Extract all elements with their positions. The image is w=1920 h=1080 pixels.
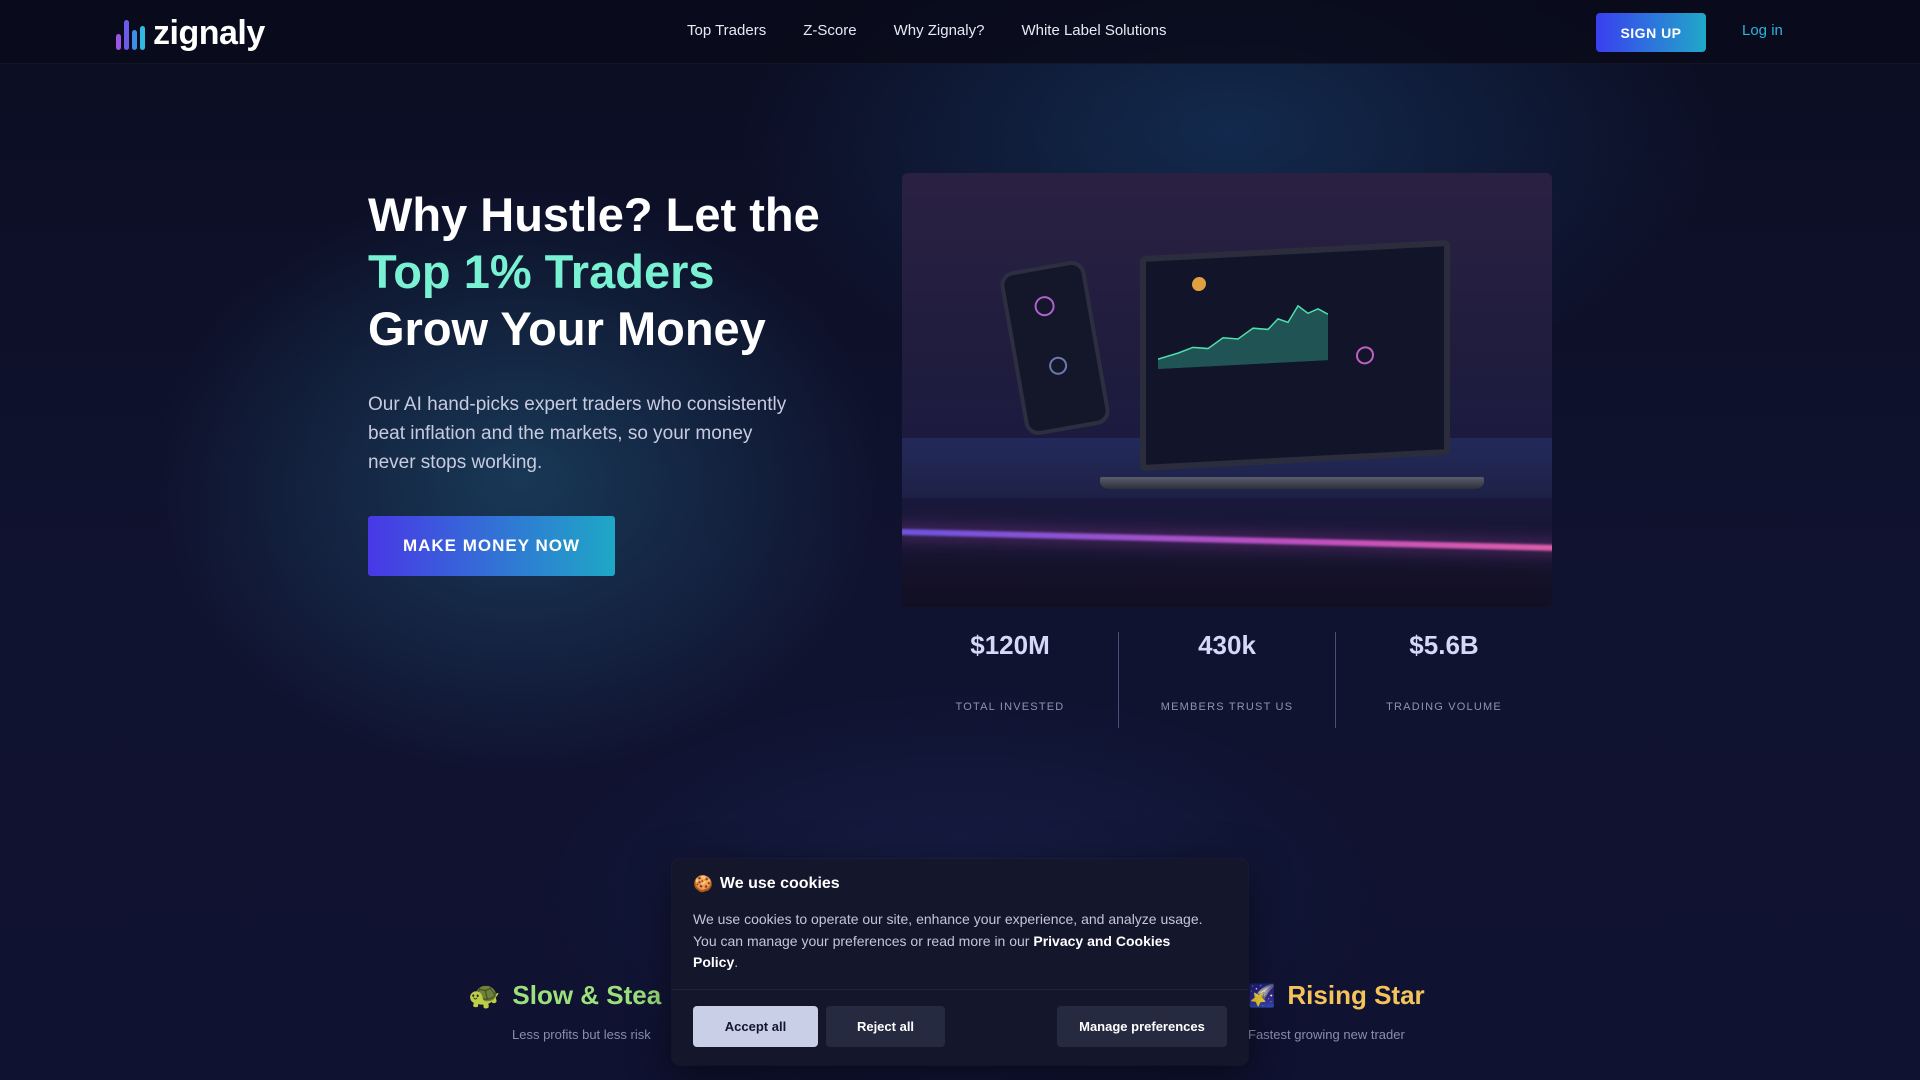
category-title: Slow & Stea — [512, 980, 662, 1010]
cookie-body-end: . — [734, 954, 739, 970]
laptop-screen — [1140, 239, 1450, 472]
turtle-icon: 🐢 — [468, 980, 501, 1010]
stat-label: TRADING VOLUME — [1386, 701, 1502, 713]
login-link[interactable]: Log in — [1742, 22, 1783, 39]
nav-link-z-score[interactable]: Z-Score — [803, 22, 856, 39]
nav-link-white-label[interactable]: White Label Solutions — [1021, 22, 1166, 39]
cookie-divider — [672, 989, 1248, 990]
zignaly-logo-icon — [116, 18, 145, 50]
signup-button[interactable]: SIGN UP — [1596, 13, 1706, 52]
make-money-now-button[interactable]: MAKE MONEY NOW — [368, 516, 615, 576]
cookie-banner-title: We use cookies — [719, 875, 840, 892]
hero-title: Why Hustle? Let the Top 1% Traders Grow … — [368, 186, 820, 357]
phone-gauge-icon — [1032, 294, 1057, 318]
hero-dashboard-illustration — [902, 173, 1552, 607]
gauge-icon — [1356, 345, 1374, 365]
stat-value: $5.6B — [1409, 630, 1479, 660]
manage-preferences-button[interactable]: Manage preferences — [1057, 1006, 1227, 1047]
category-rising-star[interactable]: 🌠 Rising Star Fastest growing new trader — [1248, 980, 1425, 1042]
brand-logo[interactable]: zignaly — [116, 14, 265, 53]
cookie-banner-header: 🍪 We use cookies — [693, 874, 840, 894]
shooting-star-icon: 🌠 — [1248, 982, 1276, 1008]
top-navbar: zignaly Top Traders Z-Score Why Zignaly?… — [0, 0, 1920, 64]
category-slow-steady[interactable]: 🐢 Slow & Stea Less profits but less risk — [468, 980, 661, 1042]
phone-mockup — [998, 258, 1112, 438]
hero-description: Our AI hand-picks expert traders who con… — [368, 394, 787, 473]
phone-gauge-icon-2 — [1047, 355, 1069, 377]
stat-value: $120M — [970, 630, 1050, 660]
stat-trading-volume: $5.6B TRADING VOLUME — [1336, 630, 1552, 713]
avatar-icon — [1192, 276, 1206, 292]
nav-link-why-zignaly[interactable]: Why Zignaly? — [894, 22, 985, 39]
cookie-banner: 🍪 We use cookies We use cookies to opera… — [672, 859, 1248, 1065]
brand-name: zignaly — [153, 14, 265, 52]
laptop-base — [1100, 477, 1484, 489]
cookie-banner-text: We use cookies to operate our site, enha… — [693, 909, 1213, 974]
category-subtitle: Less profits but less risk — [512, 1027, 651, 1042]
reject-all-button[interactable]: Reject all — [826, 1006, 945, 1047]
equity-chart-illustration — [1158, 304, 1328, 370]
hero-title-line3: Grow Your Money — [368, 302, 766, 355]
stat-label: TOTAL INVESTED — [955, 701, 1065, 713]
stat-total-invested: $120M TOTAL INVESTED — [902, 630, 1118, 713]
nav-link-top-traders[interactable]: Top Traders — [687, 22, 766, 39]
neon-light-strip — [902, 528, 1552, 552]
stat-value: 430k — [1198, 630, 1256, 660]
stat-members: 430k MEMBERS TRUST US — [1119, 630, 1335, 713]
hero-title-highlight: Top 1% Traders — [368, 245, 715, 298]
accept-all-button[interactable]: Accept all — [693, 1006, 818, 1047]
main-nav: Top Traders Z-Score Why Zignaly? White L… — [687, 22, 1167, 39]
stat-label: MEMBERS TRUST US — [1160, 701, 1294, 713]
cookie-icon: 🍪 — [693, 876, 713, 893]
category-subtitle: Fastest growing new trader — [1248, 1027, 1405, 1042]
category-title: Rising Star — [1287, 980, 1425, 1010]
hero-title-line1: Why Hustle? Let the — [368, 188, 820, 241]
